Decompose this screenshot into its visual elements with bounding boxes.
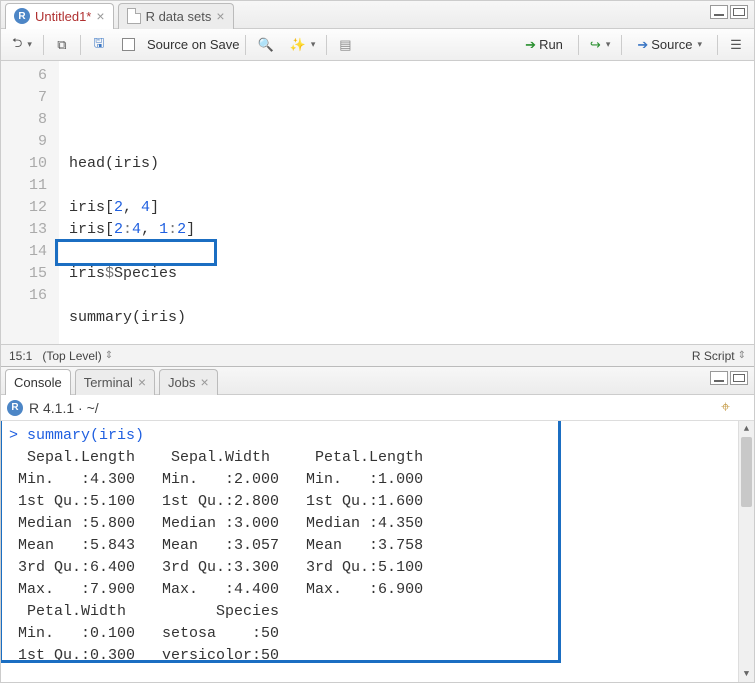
cursor-position: 15:1 bbox=[9, 349, 32, 363]
find-button[interactable]: 🔍 bbox=[252, 33, 278, 57]
pane-window-buttons bbox=[710, 371, 748, 385]
pane-window-buttons bbox=[710, 5, 748, 19]
run-button[interactable]: ➔Run bbox=[516, 33, 572, 57]
separator bbox=[578, 35, 579, 55]
close-tab-button[interactable]: × bbox=[96, 9, 104, 23]
code-line[interactable]: head(iris) bbox=[69, 153, 754, 175]
close-tab-button[interactable]: × bbox=[138, 375, 146, 389]
document-icon bbox=[127, 8, 141, 24]
show-in-new-window-button[interactable]: ⧉ bbox=[50, 33, 74, 57]
source-on-save-label: Source on Save bbox=[147, 37, 240, 52]
source-pane: R Untitled1* × R data sets × ⮌ ⧉ 🖫 Source on… bbox=[1, 1, 754, 367]
code-editor[interactable]: 678910111213141516 head(iris) iris[2, 4]… bbox=[1, 61, 754, 344]
console-tab-jobs[interactable]: Jobs × bbox=[159, 369, 218, 395]
tab-label: R data sets bbox=[146, 9, 212, 24]
r-logo-icon: R bbox=[7, 400, 23, 416]
back-nav-button[interactable]: ⮌ bbox=[7, 33, 37, 57]
tab-label: Jobs bbox=[168, 375, 195, 390]
console-output[interactable]: > summary(iris) Sepal.Length Sepal.Width… bbox=[1, 421, 754, 682]
tab-label: Console bbox=[14, 375, 62, 390]
code-line[interactable] bbox=[69, 175, 754, 197]
code-line[interactable] bbox=[69, 131, 754, 153]
language-selector[interactable]: R Script bbox=[692, 349, 746, 363]
line-gutter: 678910111213141516 bbox=[1, 61, 59, 344]
minimize-pane-button[interactable] bbox=[710, 371, 728, 385]
scroll-down-arrow[interactable]: ▼ bbox=[739, 666, 754, 682]
separator bbox=[80, 35, 81, 55]
console-result-text: Sepal.Length Sepal.Width Petal.Length Mi… bbox=[9, 447, 746, 667]
source-statusbar: 15:1 (Top Level) R Script bbox=[1, 344, 754, 366]
code-line[interactable]: iris[2, 4] bbox=[69, 197, 754, 219]
close-tab-button[interactable]: × bbox=[200, 375, 208, 389]
outline-button[interactable]: ☰ bbox=[724, 33, 748, 57]
code-line[interactable] bbox=[69, 329, 754, 344]
code-area[interactable]: head(iris) iris[2, 4]iris[2:4, 1:2] iris… bbox=[59, 61, 754, 344]
console-tab-terminal[interactable]: Terminal × bbox=[75, 369, 155, 395]
code-line[interactable] bbox=[69, 241, 754, 263]
console-tabstrip: Console Terminal × Jobs × bbox=[1, 367, 754, 395]
source-on-save-checkbox[interactable] bbox=[117, 33, 141, 57]
compile-report-button[interactable]: ▤ bbox=[333, 33, 357, 57]
code-tools-button[interactable]: ✨ bbox=[285, 33, 321, 57]
close-tab-button[interactable]: × bbox=[216, 9, 224, 23]
scroll-thumb[interactable] bbox=[741, 437, 752, 507]
scroll-up-arrow[interactable]: ▲ bbox=[739, 421, 754, 437]
console-prompt-line: > summary(iris) bbox=[9, 425, 746, 447]
console-tab-console[interactable]: Console bbox=[5, 369, 71, 395]
code-line[interactable]: iris$Species bbox=[69, 263, 754, 285]
r-version-label: R 4.1.1 · ~/ bbox=[29, 400, 99, 416]
clear-console-button[interactable]: ⌖ bbox=[721, 399, 730, 417]
separator bbox=[326, 35, 327, 55]
separator bbox=[43, 35, 44, 55]
tab-label: Terminal bbox=[84, 375, 133, 390]
separator bbox=[621, 35, 622, 55]
console-info-row: R R 4.1.1 · ~/ ⌖ bbox=[1, 395, 754, 421]
r-file-icon: R bbox=[14, 8, 30, 24]
console-scrollbar[interactable]: ▲ ▼ bbox=[738, 421, 754, 682]
source-tabstrip: R Untitled1* × R data sets × bbox=[1, 1, 754, 29]
rerun-button[interactable]: ↪ bbox=[585, 33, 615, 57]
separator bbox=[245, 35, 246, 55]
code-line[interactable] bbox=[69, 285, 754, 307]
source-toolbar: ⮌ ⧉ 🖫 Source on Save 🔍 ✨ ▤ ➔Run ↪ ➔Sourc… bbox=[1, 29, 754, 61]
maximize-pane-button[interactable] bbox=[730, 371, 748, 385]
separator bbox=[717, 35, 718, 55]
console-pane: Console Terminal × Jobs × R R 4.1.1 · ~/ ⌖ >… bbox=[1, 367, 754, 682]
code-line[interactable]: iris[2:4, 1:2] bbox=[69, 219, 754, 241]
source-tab-1[interactable]: R data sets × bbox=[118, 3, 234, 29]
scope-selector[interactable]: (Top Level) bbox=[42, 349, 113, 363]
save-button[interactable]: 🖫 bbox=[87, 33, 111, 57]
tab-label: Untitled1* bbox=[35, 9, 91, 24]
minimize-pane-button[interactable] bbox=[710, 5, 728, 19]
maximize-pane-button[interactable] bbox=[730, 5, 748, 19]
code-line[interactable]: summary(iris) bbox=[69, 307, 754, 329]
source-button[interactable]: ➔Source bbox=[628, 33, 711, 57]
source-tab-0[interactable]: R Untitled1* × bbox=[5, 3, 114, 29]
